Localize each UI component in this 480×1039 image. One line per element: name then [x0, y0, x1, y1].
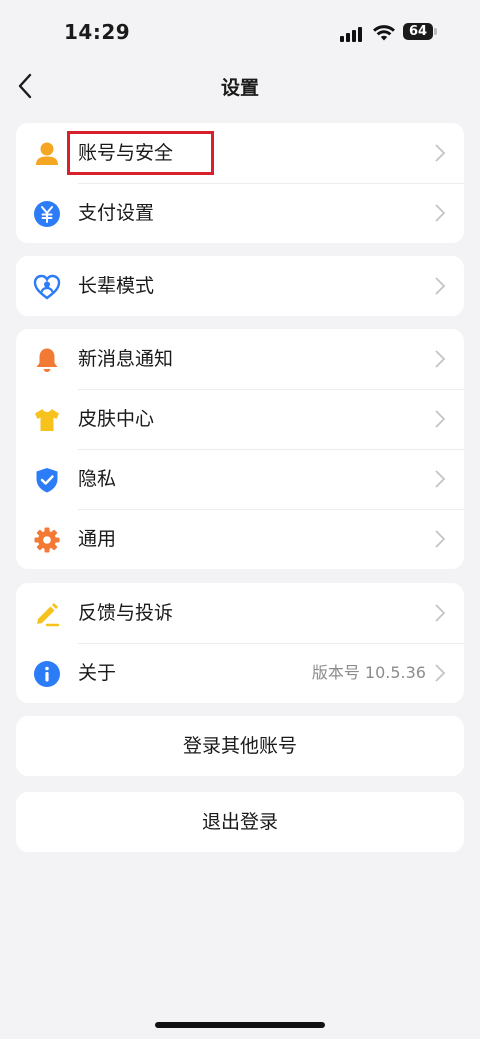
row-label: 账号与安全: [78, 142, 174, 164]
elder-mode-row[interactable]: 长辈模式: [16, 256, 464, 316]
person-icon: [36, 142, 58, 165]
account-settings-card: 账号与安全 支付设置: [16, 123, 464, 243]
logout-button[interactable]: 退出登录: [16, 792, 464, 852]
version-number: 版本号 10.5.36: [311, 663, 426, 682]
row-label: 反馈与投诉: [78, 602, 174, 624]
notifications-row[interactable]: 新消息通知: [16, 329, 464, 389]
skin-center-row[interactable]: 皮肤中心: [16, 389, 464, 449]
chevron-right-icon: [435, 204, 446, 222]
chevron-right-icon: [435, 470, 446, 488]
row-label: 隐私: [78, 468, 117, 490]
about-card: 反馈与投诉 关于 版本号 10.5.36: [16, 583, 464, 703]
cellular-signal-icon: [340, 26, 366, 42]
account-security-row[interactable]: 账号与安全: [16, 123, 464, 183]
switch-account-button[interactable]: 登录其他账号: [16, 716, 464, 776]
about-row[interactable]: 关于 版本号 10.5.36: [16, 643, 464, 703]
row-label: 关于: [78, 662, 117, 684]
chevron-right-icon: [435, 144, 446, 162]
gear-icon: [34, 527, 60, 553]
pencil-icon: [37, 603, 60, 627]
row-label: 支付设置: [78, 202, 155, 224]
payment-settings-row[interactable]: 支付设置: [16, 183, 464, 243]
row-label: 皮肤中心: [78, 408, 155, 430]
privacy-row[interactable]: 隐私: [16, 449, 464, 509]
feedback-row[interactable]: 反馈与投诉: [16, 583, 464, 643]
row-label: 通用: [78, 528, 117, 550]
row-label: 新消息通知: [78, 348, 174, 370]
wifi-icon: [373, 25, 395, 41]
home-indicator: [155, 1022, 325, 1028]
chevron-right-icon: [435, 410, 446, 428]
info-icon: [34, 661, 60, 687]
navigation-bar: 设置: [0, 64, 480, 108]
battery-nub: [434, 28, 437, 35]
row-label: 长辈模式: [78, 275, 155, 297]
battery-indicator: 64: [403, 23, 433, 40]
chevron-right-icon: [435, 530, 446, 548]
chevron-right-icon: [435, 664, 446, 682]
yuan-icon: [34, 201, 60, 227]
bell-icon: [36, 348, 58, 372]
chevron-right-icon: [435, 604, 446, 622]
chevron-right-icon: [435, 350, 446, 368]
tshirt-icon: [35, 409, 59, 431]
shield-check-icon: [36, 468, 58, 493]
status-bar: 14:29 64: [0, 0, 480, 64]
general-row[interactable]: 通用: [16, 509, 464, 569]
preferences-card: 新消息通知 皮肤中心 隐私 通用: [16, 329, 464, 569]
chevron-right-icon: [435, 277, 446, 295]
status-time: 14:29: [64, 20, 131, 44]
elder-mode-card: 长辈模式: [16, 256, 464, 316]
heart-person-icon: [33, 274, 61, 300]
page-title: 设置: [220, 77, 259, 99]
